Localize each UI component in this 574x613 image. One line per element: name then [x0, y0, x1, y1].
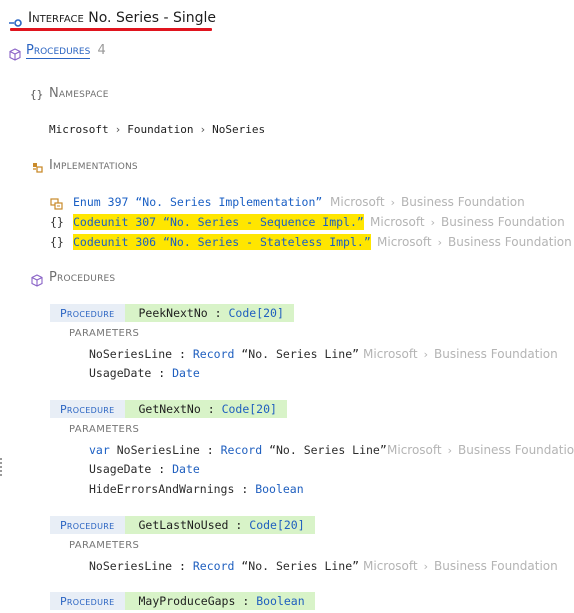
- chevron-right-icon: ›: [114, 123, 122, 136]
- parameter-row: var NoSeriesLine : Record “No. Series Li…: [89, 443, 387, 457]
- param-type-path: Microsoft › Business Foundation: [363, 347, 558, 361]
- procedure-keyword: Procedure: [50, 592, 126, 610]
- namespace-path: Microsoft › Foundation › NoSeries: [49, 123, 265, 136]
- implementation-item[interactable]: Codeunit 306 “No. Series - Stateless Imp…: [73, 234, 371, 250]
- impl-path: Microsoft › Business Foundation: [330, 195, 525, 209]
- impl-type: Enum: [73, 195, 101, 209]
- parameter-row: UsageDate : Date: [89, 462, 200, 476]
- procedures-link[interactable]: Procedures 4: [26, 43, 106, 59]
- parameter-row: UsageDate : Date: [89, 366, 200, 380]
- parameters-heading: PARAMETERS: [69, 424, 140, 435]
- impl-type: Codeunit: [73, 215, 129, 229]
- cube-icon: [31, 272, 43, 291]
- procedure-name: MayProduceGaps: [138, 594, 236, 608]
- braces-icon: {}: [50, 215, 64, 229]
- namespace-part[interactable]: Microsoft: [49, 123, 109, 136]
- implementations-heading: Implementations: [49, 158, 138, 173]
- procedure-return-type: Code[20]: [249, 518, 305, 532]
- impl-name: “No. Series Implementation”: [135, 195, 323, 209]
- parameter-row: NoSeriesLine : Record “No. Series Line”: [89, 559, 360, 573]
- procedure-signature[interactable]: Procedure GetNextNo : Code[20]: [50, 400, 287, 418]
- namespace-heading: Namespace: [49, 86, 109, 101]
- impl-path: Microsoft › Business Foundation: [377, 235, 572, 249]
- param-type-path: Microsoft › Business Foundation: [387, 443, 574, 457]
- namespace-part[interactable]: NoSeries: [212, 123, 265, 136]
- title-underline: [10, 28, 212, 31]
- procedure-signature[interactable]: Procedure PeekNextNo : Code[20]: [50, 304, 294, 322]
- procedure-return-type: Boolean: [256, 594, 305, 608]
- procedure-name: GetNextNo: [138, 402, 201, 416]
- namespace-part[interactable]: Foundation: [127, 123, 193, 136]
- procedure-keyword: Procedure: [50, 304, 126, 322]
- impl-type: Codeunit: [73, 235, 129, 249]
- procedure-signature[interactable]: Procedure MayProduceGaps : Boolean: [50, 592, 315, 610]
- braces-icon: {}: [30, 88, 44, 101]
- implementations-icon: [30, 159, 44, 178]
- procedures-count: 4: [97, 43, 106, 58]
- implementation-item[interactable]: Enum 397 “No. Series Implementation”: [73, 195, 322, 209]
- procedure-keyword: Procedure: [50, 516, 126, 534]
- page-title: Interface No. Series - Single: [28, 10, 216, 26]
- braces-icon: {}: [50, 235, 64, 249]
- parameters-heading: PARAMETERS: [69, 328, 140, 339]
- implementation-item[interactable]: Codeunit 307 “No. Series - Sequence Impl…: [73, 214, 364, 230]
- impl-id: 306: [135, 235, 157, 249]
- resize-handle[interactable]: [0, 458, 4, 476]
- parameter-row: HideErrorsAndWarnings : Boolean: [89, 482, 304, 496]
- procedure-name: GetLastNoUsed: [138, 518, 229, 532]
- impl-id: 397: [107, 195, 129, 209]
- impl-name: “No. Series - Sequence Impl.”: [163, 215, 364, 229]
- object-name: No. Series - Single: [88, 10, 216, 26]
- enum-icon: [50, 195, 63, 214]
- chevron-right-icon: ›: [199, 123, 207, 136]
- procedures-heading: Procedures: [49, 270, 116, 285]
- procedure-keyword: Procedure: [50, 400, 126, 418]
- impl-path: Microsoft › Business Foundation: [370, 215, 565, 229]
- procedure-return-type: Code[20]: [228, 306, 284, 320]
- procedures-link-label: Procedures: [26, 43, 91, 59]
- procedure-name: PeekNextNo: [138, 306, 208, 320]
- impl-name: “No. Series - Stateless Impl.”: [163, 235, 371, 249]
- object-kind: Interface: [28, 10, 84, 26]
- cube-icon: [9, 46, 21, 65]
- impl-id: 307: [135, 215, 157, 229]
- procedure-return-type: Code[20]: [221, 402, 277, 416]
- procedure-signature[interactable]: Procedure GetLastNoUsed : Code[20]: [50, 516, 315, 534]
- param-type-path: Microsoft › Business Foundation: [363, 559, 558, 573]
- parameter-row: NoSeriesLine : Record “No. Series Line”: [89, 347, 360, 361]
- parameters-heading: PARAMETERS: [69, 540, 140, 551]
